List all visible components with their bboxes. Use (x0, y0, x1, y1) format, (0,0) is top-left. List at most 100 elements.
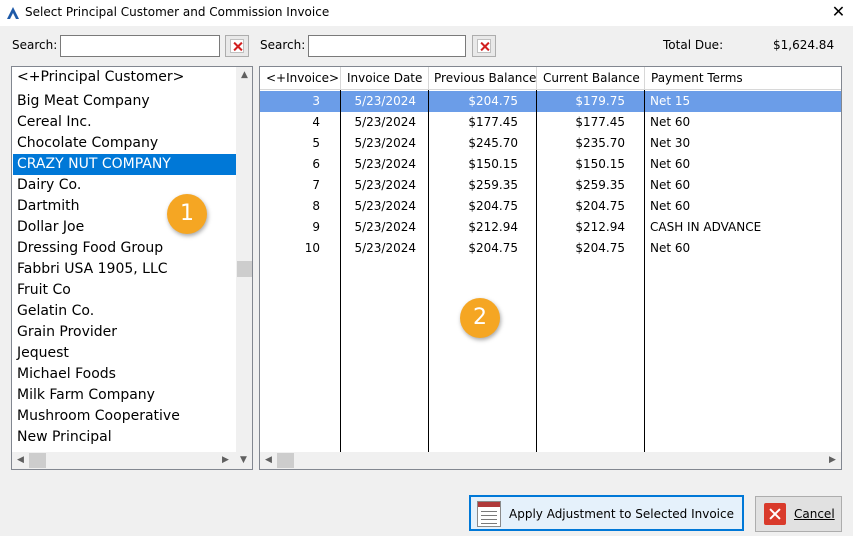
customer-list-vertical-scrollbar[interactable]: ▲ (236, 67, 252, 453)
customer-search-clear-button[interactable] (225, 35, 249, 57)
column-header-payment-terms[interactable]: Payment Terms (645, 67, 835, 90)
list-item-selected[interactable]: CRAZY NUT COMPANY (13, 154, 236, 175)
cell-invoice: 4 (312, 115, 320, 129)
cancel-button[interactable]: Cancel (755, 496, 842, 532)
apply-adjustment-button[interactable]: Apply Adjustment to Selected Invoice (469, 495, 744, 531)
clear-x-icon (230, 39, 244, 53)
cell-invoice: 8 (312, 199, 320, 213)
list-item[interactable]: Jequest (13, 343, 236, 364)
table-row[interactable]: 9 5/23/2024 $212.94 $212.94 CASH IN ADVA… (260, 217, 841, 238)
list-item[interactable]: Big Meat Company (13, 91, 236, 112)
cell-payment-terms: Net 60 (650, 199, 691, 213)
list-item[interactable]: Gelatin Co. (13, 301, 236, 322)
cell-previous-balance: $150.15 (468, 157, 518, 171)
column-header-invoice-date[interactable]: Invoice Date (341, 67, 428, 90)
column-divider (428, 90, 429, 454)
cell-invoice-date: 5/23/2024 (354, 220, 416, 234)
scrollbar-thumb[interactable] (29, 453, 46, 468)
app-logo-icon (7, 7, 19, 19)
cell-invoice: 10 (304, 241, 320, 255)
list-item[interactable]: Cereal Inc. (13, 112, 236, 133)
cell-invoice-date: 5/23/2024 (354, 241, 416, 255)
list-item[interactable]: Michael Foods (13, 364, 236, 385)
cell-previous-balance: $245.70 (468, 136, 518, 150)
cell-invoice-date: 5/23/2024 (354, 178, 416, 192)
cell-payment-terms: Net 60 (650, 241, 691, 255)
title-bar: Select Principal Customer and Commission… (0, 0, 853, 26)
cell-current-balance: $259.35 (575, 178, 625, 192)
cell-invoice-date: 5/23/2024 (354, 157, 416, 171)
customer-list[interactable]: <+Principal Customer> Big Meat Company C… (11, 66, 253, 470)
cell-invoice-date: 5/23/2024 (354, 136, 416, 150)
column-header-previous-balance[interactable]: Previous Balance (428, 67, 536, 90)
scroll-left-icon[interactable]: ◀ (12, 452, 29, 469)
scroll-left-icon[interactable]: ◀ (260, 452, 277, 469)
cell-previous-balance: $212.94 (468, 220, 518, 234)
table-row-selected[interactable]: 3 5/23/2024 $204.75 $179.75 Net 15 (260, 91, 841, 112)
list-item[interactable]: Grain Provider (13, 322, 236, 343)
customer-search-label: Search: (12, 38, 58, 52)
invoice-search-input[interactable] (308, 35, 466, 57)
cell-payment-terms: Net 30 (650, 136, 691, 150)
invoice-search-clear-button[interactable] (472, 35, 496, 57)
cell-previous-balance: $204.75 (468, 94, 518, 108)
list-item[interactable]: Dairy Co. (13, 175, 236, 196)
cell-current-balance: $150.15 (575, 157, 625, 171)
invoice-grid[interactable]: <+Invoice> Invoice Date Previous Balance… (259, 66, 842, 470)
cell-invoice-date: 5/23/2024 (354, 94, 416, 108)
column-header-current-balance[interactable]: Current Balance (537, 67, 644, 90)
cell-current-balance: $179.75 (575, 94, 625, 108)
table-row[interactable]: 5 5/23/2024 $245.70 $235.70 Net 30 (260, 133, 841, 154)
list-item[interactable]: Fabbri USA 1905, LLC (13, 259, 236, 280)
cell-payment-terms: Net 60 (650, 115, 691, 129)
cell-invoice-date: 5/23/2024 (354, 199, 416, 213)
scroll-down-icon[interactable]: ▼ (235, 452, 252, 469)
table-row[interactable]: 6 5/23/2024 $150.15 $150.15 Net 60 (260, 154, 841, 175)
column-divider (340, 90, 341, 454)
scrollbar-thumb[interactable] (277, 453, 294, 468)
cell-payment-terms: Net 60 (650, 157, 691, 171)
cell-current-balance: $177.45 (575, 115, 625, 129)
scroll-right-icon[interactable]: ▶ (824, 452, 841, 469)
table-row[interactable]: 10 5/23/2024 $204.75 $204.75 Net 60 (260, 238, 841, 259)
total-due-label: Total Due: (663, 38, 724, 52)
list-item[interactable]: Dressing Food Group (13, 238, 236, 259)
customer-list-horizontal-scrollbar[interactable]: ◀ ▶ ▼ (12, 452, 252, 469)
table-row[interactable]: 7 5/23/2024 $259.35 $259.35 Net 60 (260, 175, 841, 196)
table-row[interactable]: 8 5/23/2024 $204.75 $204.75 Net 60 (260, 196, 841, 217)
scroll-up-icon[interactable]: ▲ (236, 67, 252, 84)
window-title: Select Principal Customer and Commission… (25, 5, 330, 19)
customer-search-input[interactable] (60, 35, 220, 57)
cell-previous-balance: $177.45 (468, 115, 518, 129)
list-item[interactable]: Milk Farm Company (13, 385, 236, 406)
cell-payment-terms: Net 60 (650, 178, 691, 192)
scroll-right-icon[interactable]: ▶ (217, 452, 234, 469)
cell-current-balance: $235.70 (575, 136, 625, 150)
scrollbar-thumb[interactable] (237, 261, 252, 277)
invoice-grid-horizontal-scrollbar[interactable]: ◀ ▶ (260, 452, 841, 469)
cancel-label: Cancel (794, 507, 835, 521)
callout-badge-1: 1 (167, 194, 207, 234)
customer-list-header[interactable]: <+Principal Customer> (13, 67, 236, 88)
cell-invoice-date: 5/23/2024 (354, 115, 416, 129)
document-icon (477, 501, 501, 527)
column-header-invoice[interactable]: <+Invoice> (260, 67, 340, 90)
apply-adjustment-label: Apply Adjustment to Selected Invoice (509, 507, 734, 521)
cancel-icon (764, 503, 786, 525)
cell-current-balance: $212.94 (575, 220, 625, 234)
cell-invoice: 3 (312, 94, 320, 108)
list-item[interactable]: New Principal (13, 427, 236, 448)
cell-previous-balance: $204.75 (468, 241, 518, 255)
column-divider (536, 90, 537, 454)
cell-invoice: 9 (312, 220, 320, 234)
cell-invoice: 7 (312, 178, 320, 192)
invoice-grid-header: <+Invoice> Invoice Date Previous Balance… (260, 67, 841, 90)
cell-current-balance: $204.75 (575, 199, 625, 213)
list-item[interactable]: Mushroom Cooperative (13, 406, 236, 427)
list-item[interactable]: Chocolate Company (13, 133, 236, 154)
table-row[interactable]: 4 5/23/2024 $177.45 $177.45 Net 60 (260, 112, 841, 133)
close-icon[interactable]: ✕ (824, 0, 853, 24)
list-item[interactable]: Fruit Co (13, 280, 236, 301)
callout-badge-2: 2 (460, 298, 500, 338)
cell-payment-terms: Net 15 (650, 94, 691, 108)
